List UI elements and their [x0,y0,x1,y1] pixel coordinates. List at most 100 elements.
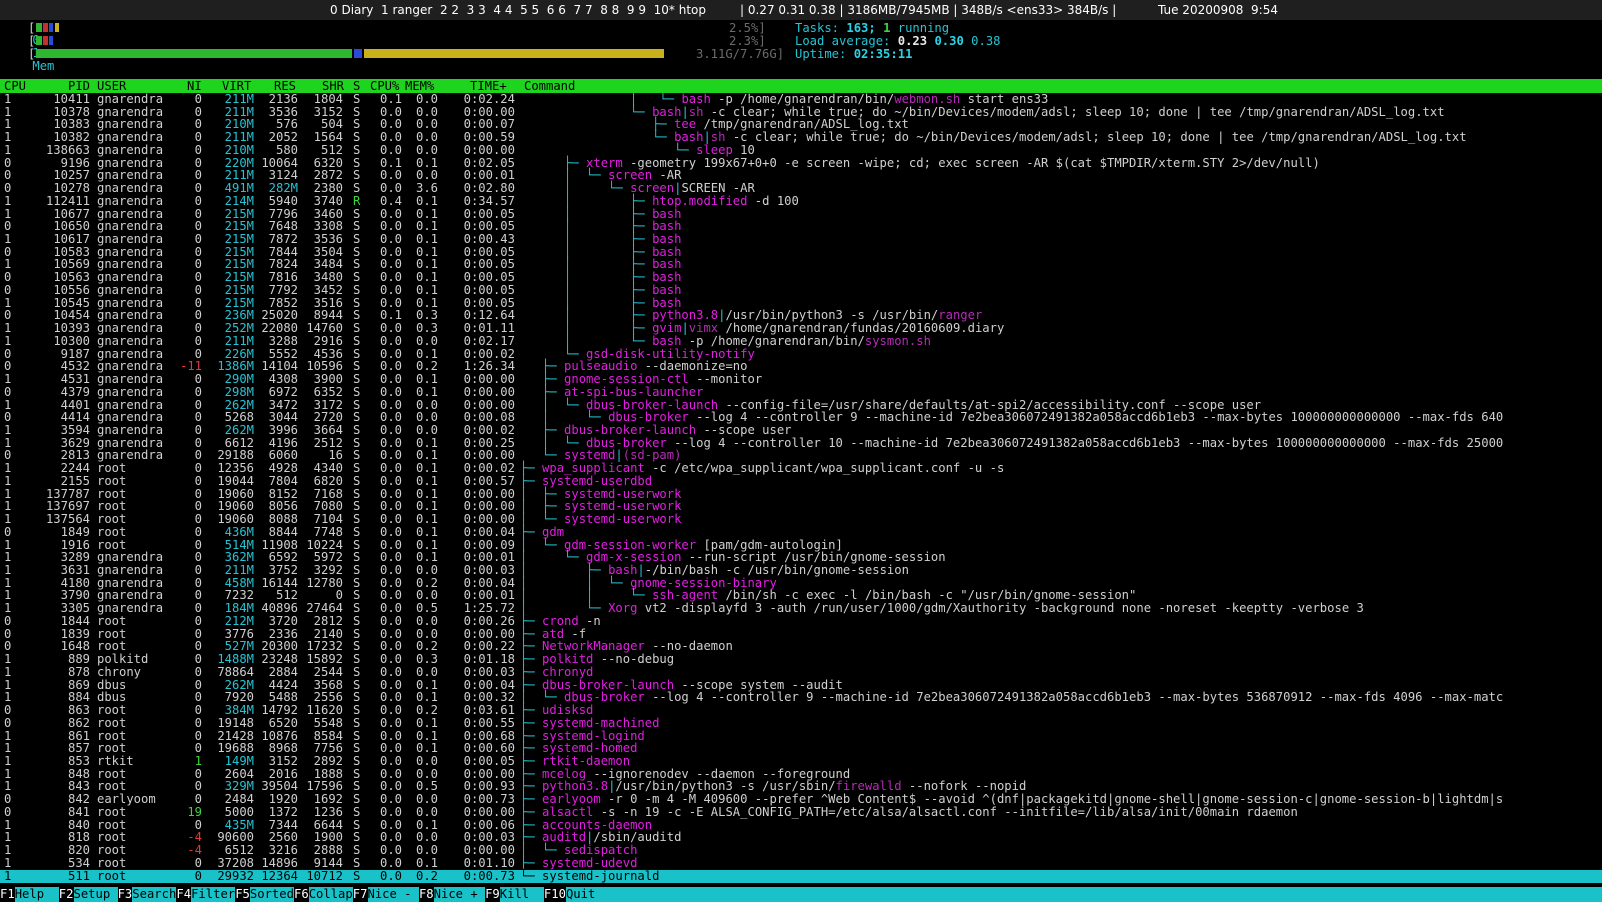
fkey-f1[interactable]: F1 [0,887,15,902]
fkey-label[interactable]: Search [132,887,177,902]
process-row[interactable]: 1 112411 gnarendra 0 214M 5940 3740 R 0.4 0.1 0:34… [0,193,1602,208]
col-state[interactable]: S [353,79,360,93]
cell-user: root [97,613,127,628]
cell-cpu-percent: 0.0 [379,473,402,488]
cell-state: S [353,282,361,297]
process-args: -c /etc/wpa_supplicant/wpa_supplicant.co… [644,461,1005,476]
cell-state: S [353,384,361,399]
process-row[interactable]: 0 1844 root 0 212M 3720 2812 S 0.0 0.0 0:00.26 ├─ c… [0,613,1602,628]
cell-mem-percent: 0.1 [415,524,438,539]
fkey-label[interactable]: Filter [191,887,236,902]
col-mem-percent[interactable]: MEM% [405,79,434,93]
fkey-f6[interactable]: F6 [294,887,309,902]
column-header[interactable]: CPU PID USER NI VIRT RES SHR S CPU% MEM%… [0,79,1602,93]
process-args-rest: -c clear; while true; do ~/bin/Devices/m… [725,130,1467,145]
tasks-count: 163; [846,21,884,35]
process-row[interactable]: 0 841 root 19 5000 1372 1236 S 0.0 0.0 0:00.00 ├─ a… [0,804,1602,819]
cell-cpu: 1 [4,193,12,208]
col-user[interactable]: USER [97,79,126,93]
fkey-f10[interactable]: F10 [543,887,566,902]
cell-user: root [97,473,127,488]
cell-cpu-percent: 0.0 [379,142,402,157]
col-time[interactable]: TIME+ [470,79,507,93]
process-row[interactable]: 0 862 root 0 19148 6520 5548 S 0.0 0.1 0:00.55 ├─ s… [0,715,1602,730]
cell-nice: 0 [194,868,202,883]
fkey-label[interactable]: Sorted [249,887,294,902]
cpu0-bar: [ 2.5%] [28,21,766,35]
cell-state: R [353,193,361,208]
cell-time: 0:00.00 [463,804,515,819]
cell-res: 2884 [268,664,298,679]
cell-state: S [353,524,361,539]
cell-user: gnarendra [97,384,164,399]
fkey-f7[interactable]: F7 [352,887,368,902]
col-cpu-percent[interactable]: CPU% [370,79,399,93]
cell-mem-percent: 0.1 [415,473,438,488]
fkey-label[interactable]: Collap [308,887,353,902]
fkey-label[interactable]: Kill [499,887,544,902]
cell-shr: 2544 [313,664,343,679]
cell-cpu: 1 [4,868,12,883]
fkey-f5[interactable]: F5 [235,887,250,902]
process-name: systemd-journald [542,868,660,883]
cell-nice: 0 [194,613,202,628]
col-shr[interactable]: SHR [322,79,344,93]
fkey-f8[interactable]: F8 [418,887,434,902]
fkey-label[interactable]: Help [14,887,59,902]
col-cpu[interactable]: CPU [4,79,26,93]
cell-mem-percent: 0.2 [415,868,438,883]
cell-state: S [353,868,361,883]
fkey-f2[interactable]: F2 [58,887,74,902]
cell-shr: 9144 [313,855,343,870]
process-row[interactable]: 1 534 root 0 37208 14896 9144 S 0.0 0.1 0:01.10 ├─ … [0,855,1602,870]
cell-shr: 6352 [313,384,343,399]
workspace-list[interactable]: 0 Diary 1 ranger 2 2 3 3 4 4 5 5 6 6 7 7… [330,3,706,17]
process-list[interactable]: 1 10411 gnarendra 0 211M 2136 1804 S 0.1 0.0 0:02.… [0,93,1602,887]
cell-command: │ └─ dbus-broker --log 4 --controller 9 … [520,691,1503,704]
cell-nice: 0 [194,282,202,297]
cell-virt: 5000 [224,804,254,819]
cell-cpu-percent: 0.0 [379,753,402,768]
process-row[interactable]: 1 2155 root 0 19044 7804 6820 S 0.0 0.1 0:00.57 ├─ … [0,473,1602,488]
cell-nice: 19 [187,804,202,819]
col-command[interactable]: Command [524,79,575,93]
process-args: -geometry 199x67+0+0 -e screen -wipe; cd… [622,155,1320,170]
col-virt[interactable]: VIRT [222,79,251,93]
cell-nice: 0 [194,524,202,539]
cell-shr: 3740 [313,193,343,208]
col-ni[interactable]: NI [187,79,202,93]
cell-pid: 10300 [53,333,90,348]
cell-state: S [353,804,361,819]
cell-cpu-percent: 0.0 [379,664,402,679]
cell-cpu: 1 [4,753,12,768]
cpu0-bar-user [36,23,42,32]
fkey-f3[interactable]: F3 [117,887,133,902]
cell-time: 0:02.17 [463,333,515,348]
fkey-label[interactable]: Quit [565,887,610,902]
cell-pid: 1849 [60,524,90,539]
cell-res: 7804 [268,473,298,488]
cell-virt: 211M [224,333,254,348]
fkey-f4[interactable]: F4 [176,887,192,902]
mem-bar-used [36,49,352,58]
fkey-f9[interactable]: F9 [485,887,500,902]
system-info: | 0.27 0.31 0.38 | 3186MB/7945MB | 348B/… [740,3,1117,17]
cell-cpu-percent: 0.4 [379,193,402,208]
process-row[interactable]: 1 511 root 0 29932 12364 10712 S 0.0 0.2 0:00.73 └─… [0,868,1602,883]
terminal-window[interactable]: 0 [ 2.5%] 1 [ 2.3%] Mem [ 3.11G/7.76G] T… [0,20,1602,902]
cell-cpu-percent: 0.0 [379,868,402,883]
cell-time: 0:00.00 [463,384,515,399]
cell-res: 580 [275,142,298,157]
col-res[interactable]: RES [274,79,296,93]
fkey-label[interactable]: Nice - [367,887,419,902]
cell-cpu: 1 [4,333,12,348]
cell-virt: 149M [224,753,254,768]
cell-user: root [97,715,127,730]
fkey-label[interactable]: Nice + [433,887,486,902]
process-row[interactable]: 1 10300 gnarendra 0 211M 3288 2916 S 0.0 0.0 0:02.… [0,333,1602,348]
process-row[interactable]: 0 10556 gnarendra 0 215M 7792 3452 S 0.0 0.1 0:00.… [0,282,1602,297]
cell-cpu: 1 [4,473,12,488]
col-pid[interactable]: PID [68,79,90,93]
fkey-label[interactable]: Setup [73,887,118,902]
cell-pid: 853 [67,753,90,768]
